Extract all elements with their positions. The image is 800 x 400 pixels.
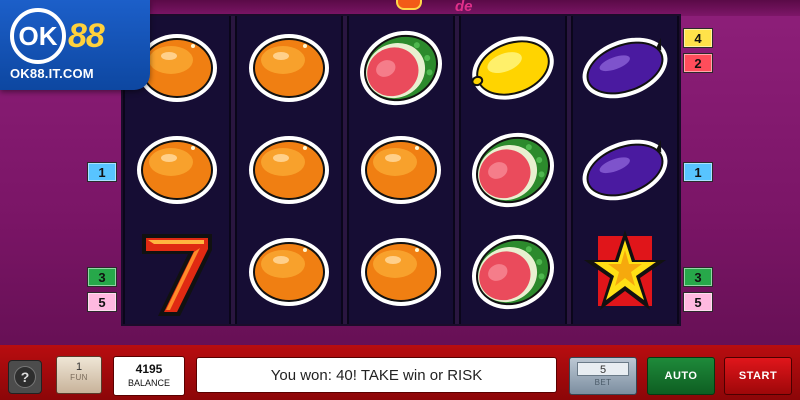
control-panel-inner: ? 1 FUN 4195 BALANCE You won: 40! TAKE w… [0,348,800,400]
payline-right-5[interactable]: 5 [683,292,713,312]
symbol-watermelon-icon [349,18,453,118]
symbol-watermelon-icon [461,222,565,322]
symbol-orange-icon [237,222,341,322]
brand-mark: OK [18,20,58,51]
symbol-seven-icon [125,222,229,322]
payline-right-1[interactable]: 1 [683,162,713,182]
brand-digits: 88 [68,16,105,55]
symbol-orange-icon [349,120,453,220]
auto-button[interactable]: AUTO [647,357,715,395]
symbol-star-icon [573,222,677,322]
help-button[interactable]: ? [8,360,42,394]
symbol-watermelon-icon [461,120,565,220]
symbol-orange-icon [125,120,229,220]
brand-logo-row: OK 88 [10,8,105,64]
symbol-orange-icon [237,120,341,220]
ok-circle-icon: OK [10,8,66,64]
reels-area [121,14,681,326]
game-logo-fragment [396,0,422,10]
balance-display: 4195 BALANCE [113,356,185,396]
balance-value: 4195 [135,362,163,376]
win-message: You won: 40! TAKE win or RISK [196,357,557,393]
symbol-plum-icon [573,120,677,220]
brand-logo: OK 88 OK88.IT.COM [0,0,150,90]
symbol-lemon-icon [461,18,565,118]
payline-left-1[interactable]: 1 [87,162,117,182]
symbol-orange-icon [349,222,453,322]
bet-label: BET [594,378,612,387]
bet-value: 5 [577,362,629,376]
fun-value: 1 [75,361,83,373]
start-button[interactable]: START [724,357,792,395]
fun-label: FUN [70,373,88,382]
game-logo-text: de [455,0,473,15]
payline-right-4[interactable]: 4 [683,28,713,48]
symbol-orange-icon [237,18,341,118]
payline-right-3[interactable]: 3 [683,267,713,287]
reel-5 [571,16,679,324]
balance-label: BALANCE [127,378,171,388]
bet-selector[interactable]: 5 BET [569,357,637,395]
reel-2 [235,16,343,324]
brand-url: OK88.IT.COM [10,66,94,81]
fun-selector[interactable]: 1 FUN [56,356,102,394]
payline-right-2[interactable]: 2 [683,53,713,73]
payline-left-3[interactable]: 3 [87,267,117,287]
symbol-plum-icon [573,18,677,118]
control-panel: ? 1 FUN 4195 BALANCE You won: 40! TAKE w… [0,345,800,400]
payline-left-5[interactable]: 5 [87,292,117,312]
help-icon: ? [14,366,36,388]
reel-4 [459,16,567,324]
reel-3 [347,16,455,324]
